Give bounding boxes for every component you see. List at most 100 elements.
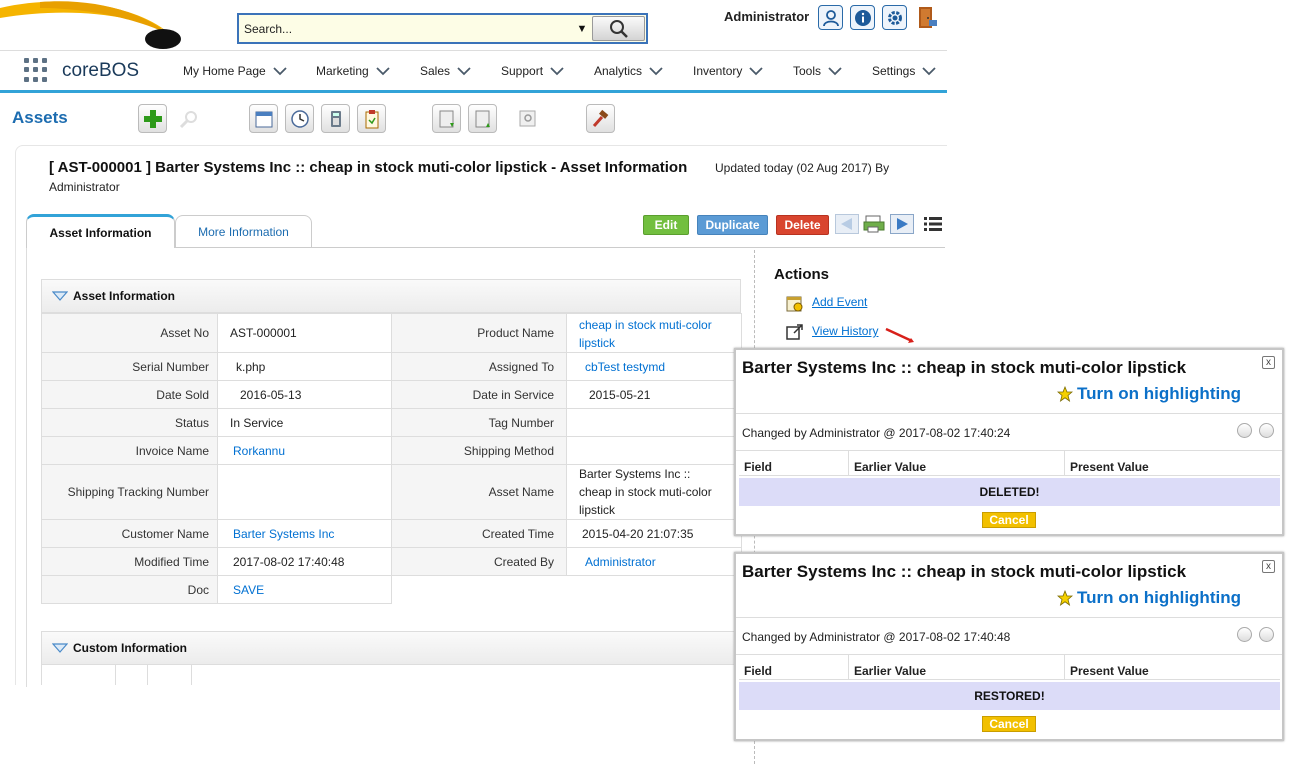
search-input[interactable] [239,15,572,42]
nav-support[interactable]: Support [501,63,565,79]
create-record-button[interactable] [138,104,167,133]
field-label: Asset Name [391,464,567,520]
print-record-icon[interactable] [862,214,886,234]
nav-settings[interactable]: Settings [872,63,937,79]
nav-my-home-page[interactable]: My Home Page [183,63,288,79]
history-popup-restored: Barter Systems Inc :: cheap in stock mut… [734,552,1284,741]
app-menu-grid-icon[interactable] [24,58,48,82]
nav-label: Sales [420,64,451,78]
edit-button[interactable]: Edit [643,215,689,235]
doc-link[interactable]: SAVE [233,583,264,597]
cancel-button[interactable]: Cancel [982,512,1036,528]
user-preferences-button[interactable] [818,5,843,30]
highlighting-toggle[interactable]: Turn on highlighting [1057,588,1241,608]
plus-icon [143,109,162,128]
nav-sales[interactable]: Sales [420,63,472,79]
previous-change-icon[interactable] [1237,423,1252,438]
module-title[interactable]: Assets [12,108,68,128]
previous-record-icon[interactable] [835,214,859,234]
field-value[interactable]: 2015-05-21 [566,380,742,409]
highlighting-toggle[interactable]: Turn on highlighting [1057,384,1241,404]
field-value[interactable] [217,464,392,520]
nav-label: Inventory [693,64,743,78]
created-by-link[interactable]: Administrator [585,555,656,569]
previous-change-icon[interactable] [1237,627,1252,642]
section-asset-information[interactable]: Asset Information [41,279,741,313]
import-button[interactable] [432,104,461,133]
field-value[interactable] [566,436,742,465]
next-record-icon[interactable] [890,214,914,234]
field-label: Serial Number [41,352,218,381]
export-button[interactable] [468,104,497,133]
field-value[interactable]: Barter Systems Inc :: cheap in stock mut… [566,464,742,520]
field-label: Doc [41,575,218,604]
help-button[interactable] [850,5,875,30]
section-custom-information[interactable]: Custom Information [41,631,741,665]
field-label: Assigned To [391,352,567,381]
add-event-link[interactable]: Add Event [812,295,867,309]
column-header-present-value: Present Value [1070,664,1149,678]
field-value[interactable]: 2016-05-13 [217,380,392,409]
search-dropdown-icon[interactable]: ▼ [572,23,592,35]
table-row: Serial Number k.php Assigned To cbTest t… [41,352,742,381]
nav-label: Settings [872,64,916,78]
popup-title: Barter Systems Inc :: cheap in stock mut… [742,562,1187,581]
field-label: Product Name [391,313,567,353]
customer-name-link[interactable]: Barter Systems Inc [233,527,334,541]
last-viewed-button[interactable] [357,104,386,133]
nav-tools[interactable]: Tools [793,63,843,79]
list-view-icon[interactable] [924,216,942,232]
search-icon [609,19,628,38]
field-value[interactable]: 2015-04-20 21:07:35 [566,519,742,548]
tab-asset-information[interactable]: Asset Information [26,214,175,248]
close-icon[interactable]: x [1262,560,1275,573]
field-value[interactable]: AST-000001 [217,313,392,353]
cancel-button[interactable]: Cancel [982,716,1036,732]
close-icon[interactable]: x [1262,356,1275,369]
field-value[interactable]: 2017-08-02 17:40:48 [217,547,392,576]
field-label: Date Sold [41,380,218,409]
calculator-button[interactable] [321,104,350,133]
field-cell: cheap in stock muti-color lipstick [566,313,742,353]
tools-hammer-icon [592,109,608,127]
next-change-icon[interactable] [1259,423,1274,438]
view-history-link[interactable]: View History [812,324,878,338]
gear-icon [887,10,902,25]
find-duplicates-button[interactable] [513,104,542,133]
logout-button[interactable] [914,5,939,30]
nav-inventory[interactable]: Inventory [693,63,764,79]
search-button[interactable] [592,16,645,41]
field-label: Customer Name [41,519,218,548]
calculator-icon [330,110,341,127]
field-value[interactable]: In Service [217,408,392,437]
nav-marketing[interactable]: Marketing [316,63,391,79]
next-change-icon[interactable] [1259,627,1274,642]
nav-analytics[interactable]: Analytics [594,63,664,79]
clock-button[interactable] [285,104,314,133]
changed-by-text: Changed by Administrator @ 2017-08-02 17… [742,426,1011,440]
delete-button[interactable]: Delete [776,215,829,235]
nav-label: Support [501,64,544,78]
settings-button[interactable] [882,5,907,30]
record-title: [ AST-000001 ] Barter Systems Inc :: che… [49,159,688,176]
module-settings-button[interactable] [586,104,615,133]
assigned-to-link[interactable]: cbTest testymd [585,360,665,374]
highlighting-label: Turn on highlighting [1077,384,1241,403]
corebos-logo-icon[interactable] [0,0,190,55]
field-value[interactable]: k.php [217,352,392,381]
product-name-link[interactable]: cheap in stock muti-color lipstick [579,318,712,350]
invoice-name-link[interactable]: Rorkannu [233,444,285,458]
add-event-icon[interactable] [786,295,804,313]
calendar-button[interactable] [249,104,278,133]
chevron-down-icon [457,67,471,76]
search-records-button[interactable] [174,104,203,133]
field-label: Modified Time [41,547,218,576]
tab-divider [175,247,945,248]
field-value[interactable] [566,408,742,437]
import-icon [439,110,454,127]
chevron-down-icon [376,67,390,76]
duplicate-button[interactable]: Duplicate [697,215,768,235]
tab-more-information[interactable]: More Information [175,215,312,248]
external-link-icon[interactable] [786,323,804,341]
content-border [26,247,27,687]
